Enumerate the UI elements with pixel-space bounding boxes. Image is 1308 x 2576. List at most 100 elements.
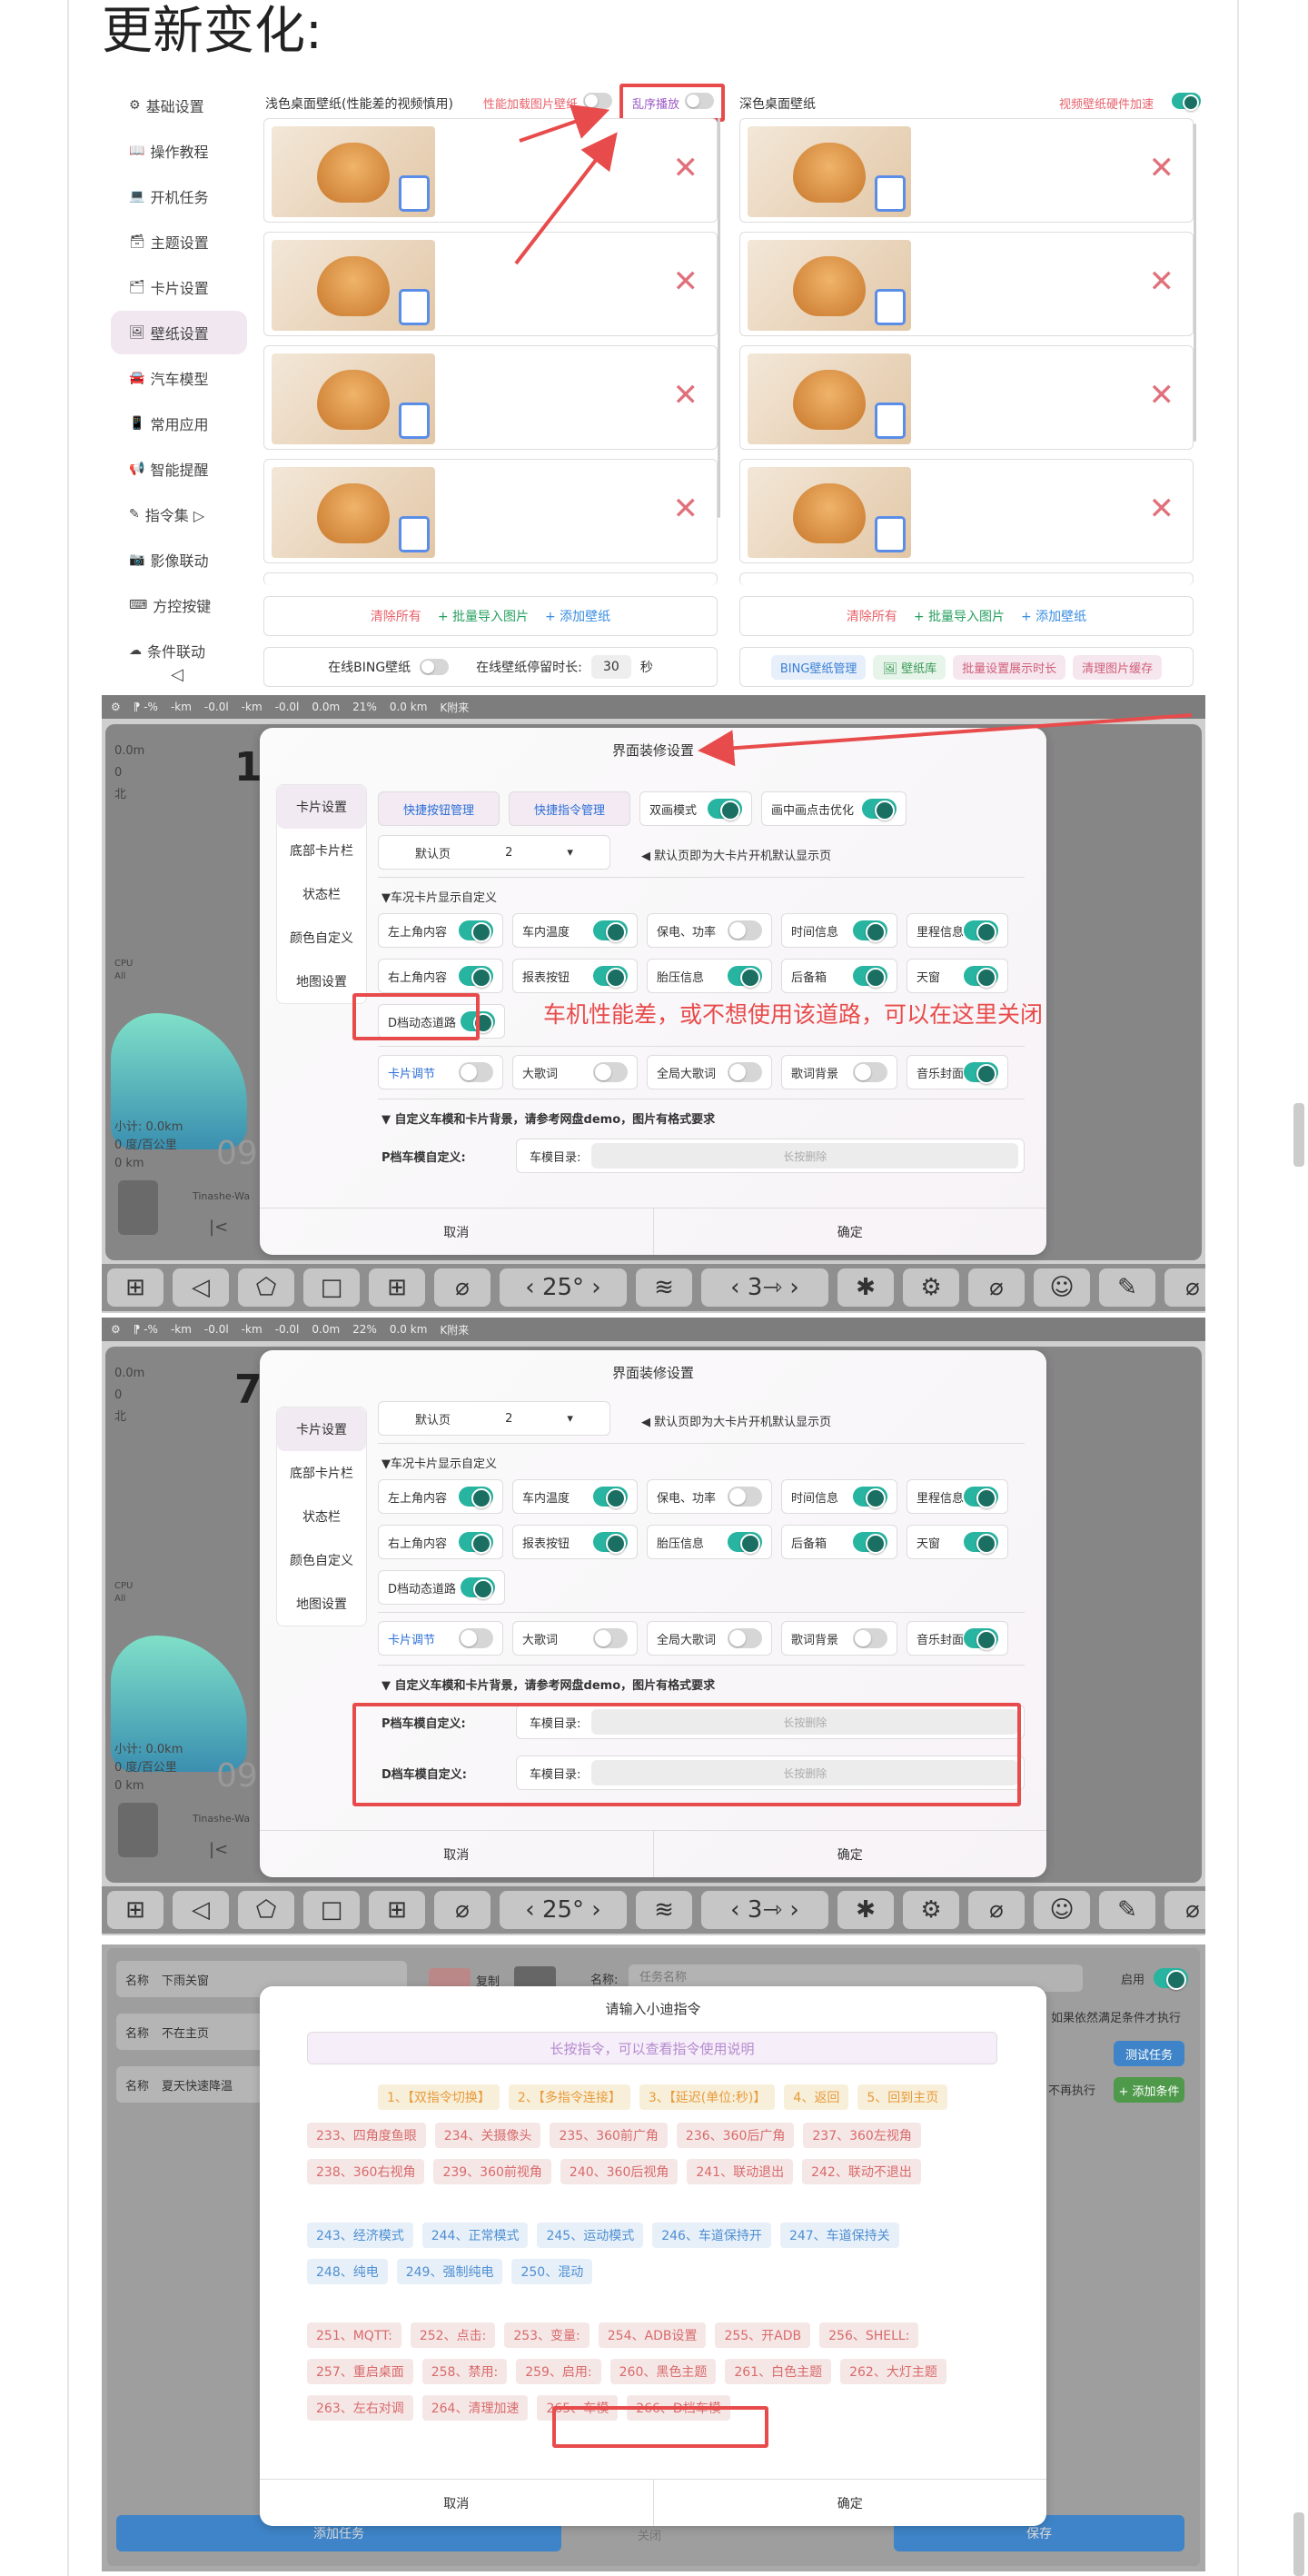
command-chip[interactable]: 233、四角度鱼眼 [307,2123,426,2148]
d-road-toggle[interactable] [461,1577,495,1599]
fan-level-control[interactable]: ‹ 3⇾ › [701,1891,828,1929]
prev-track-icon[interactable]: |< [209,1840,228,1859]
command-chip[interactable]: 251、MQTT: [307,2322,401,2348]
option-toggle[interactable] [728,1532,762,1554]
option-toggle[interactable] [728,1487,762,1507]
option-toggle[interactable] [593,1628,628,1648]
option-toggle[interactable] [964,1532,998,1554]
command-chip[interactable]: 1、【双指令切换】 [378,2084,500,2110]
d-road-option[interactable]: D档动态道路 [378,1570,505,1605]
option-toggle[interactable] [853,1532,887,1554]
command-chip[interactable]: 264、清理加速 [421,2395,529,2421]
music-option-2[interactable]: 歌词背景 [781,1621,897,1656]
back-triangle-icon[interactable]: ◁ [173,1891,229,1929]
option-opts_row2-2[interactable]: 胎压信息 [647,1525,772,1559]
command-chip[interactable]: 245、运动模式 [537,2223,644,2248]
option-opts_row1-4[interactable]: 里程信息 [907,1479,1008,1514]
option-opts_row2-4[interactable]: 天窗 [907,1525,1008,1559]
command-chip[interactable]: 261、白色主题 [725,2359,832,2384]
command-chip[interactable]: 263、左右对调 [307,2395,413,2421]
command-chip[interactable]: 262、大灯主题 [840,2359,946,2384]
fan-icon[interactable]: ✱ [837,1891,894,1929]
command-chip[interactable]: 242、联动不退出 [802,2159,921,2184]
command-chip[interactable]: 250、混动 [511,2259,593,2284]
command-chip[interactable]: 253、变量: [504,2322,590,2348]
command-chip[interactable]: 257、重启桌面 [307,2359,413,2384]
cancel-button[interactable]: 取消 [260,1831,653,1877]
album-cover[interactable] [118,1803,158,1857]
music-option-3[interactable]: 音乐封面 [907,1621,1008,1656]
option-toggle[interactable] [459,1487,493,1508]
music-option-0[interactable]: 大歌词 [512,1621,638,1656]
command-hint-bar[interactable]: 长按指令，可以查看指令使用说明 [307,2032,997,2064]
option-opts_row2-3[interactable]: 后备箱 [781,1525,897,1559]
confirm-button[interactable]: 确定 [652,1831,1047,1877]
seat-left-icon[interactable]: ⌀ [434,1891,490,1929]
defrost-icon[interactable]: ≋ [636,1891,692,1929]
option-opts_row2-1[interactable]: 报表按钮 [512,1525,638,1559]
steering-heat-icon[interactable]: ☺ [1034,1891,1090,1929]
command-chip[interactable]: 237、360左视角 [803,2123,921,2148]
command-chip[interactable]: 260、黑色主题 [609,2359,717,2384]
command-chip[interactable]: 234、关摄像头 [434,2123,541,2148]
music-option-1[interactable]: 全局大歌词 [647,1621,772,1656]
option-toggle[interactable] [459,1532,493,1554]
widgets-icon[interactable]: ⊞ [369,1891,425,1929]
test-task-button[interactable]: 测试任务 [1114,2041,1184,2066]
option-toggle[interactable] [853,1628,887,1648]
tab-map[interactable]: 地图设置 [277,1582,366,1626]
scroll-indicator-bottom[interactable] [1293,2512,1304,2576]
command-chip[interactable]: 246、车道保持开 [652,2223,771,2248]
scroll-indicator[interactable] [1293,1103,1304,1167]
command-chip[interactable]: 248、纯电 [307,2259,388,2284]
command-chip[interactable]: 240、360后视角 [560,2159,679,2184]
command-confirm-button[interactable]: 确定 [652,2480,1047,2526]
card-adjust-toggle[interactable] [459,1628,493,1648]
add-condition-button[interactable]: + 添加条件 [1114,2077,1184,2103]
tab-bottom-bar[interactable]: 底部卡片栏 [277,1451,366,1495]
option-opts_row1-2[interactable]: 保电、功率 [647,1479,772,1514]
option-opts_row2-0[interactable]: 右上角内容 [378,1525,503,1559]
option-opts_row1-1[interactable]: 车内温度 [512,1479,638,1514]
command-chip[interactable]: 255、开ADB [715,2322,811,2348]
option-toggle[interactable] [593,1532,628,1554]
clean-icon[interactable]: ✎ [1099,1891,1155,1929]
option-toggle[interactable] [964,1628,998,1650]
recent-icon[interactable]: □ [303,1891,360,1929]
command-chip[interactable]: 244、正常模式 [421,2223,529,2248]
command-chip[interactable]: 3、【延迟(单位:秒)】 [639,2084,776,2110]
option-toggle[interactable] [964,1487,998,1508]
ac-icon[interactable]: ⚙ [903,1891,959,1929]
option-opts_row1-0[interactable]: 左上角内容 [378,1479,503,1514]
command-chip[interactable]: 254、ADB设置 [598,2322,707,2348]
default-page-select[interactable]: 默认页 2 ▾ [378,1401,610,1436]
temperature-control[interactable]: ‹ 25° › [500,1891,627,1929]
command-chip[interactable]: 252、点击: [410,2322,496,2348]
option-opts_row1-3[interactable]: 时间信息 [781,1479,897,1514]
command-chip[interactable]: 238、360右视角 [307,2159,425,2184]
option-toggle[interactable] [853,1487,887,1508]
close-button[interactable]: 关闭 [638,2526,661,2543]
option-toggle[interactable] [728,1628,762,1648]
command-chip[interactable]: 5、回到主页 [857,2084,948,2110]
command-chip[interactable]: 4、返回 [784,2084,849,2110]
command-chip[interactable]: 241、联动退出 [687,2159,794,2184]
status-gear-icon[interactable]: ⚙ [111,1323,121,1336]
command-chip[interactable]: 243、经济模式 [307,2223,413,2248]
tab-color[interactable]: 颜色自定义 [277,1538,366,1582]
command-chip[interactable]: 247、车道保持关 [779,2223,899,2248]
command-chip[interactable]: 235、360前广角 [550,2123,668,2148]
command-chip[interactable]: 249、强制纯电 [396,2259,503,2284]
thermo-icon[interactable]: ⌀ [1164,1891,1205,1929]
command-cancel-button[interactable]: 取消 [260,2480,653,2526]
command-chip[interactable]: 258、禁用: [421,2359,508,2384]
command-chip[interactable]: 256、SHELL: [819,2322,919,2348]
apps-grid-icon[interactable]: ⊞ [107,1891,164,1929]
command-chip[interactable]: 239、360前视角 [433,2159,551,2184]
seat-right-icon[interactable]: ⌀ [968,1891,1025,1929]
option-toggle[interactable] [593,1487,628,1508]
home-icon[interactable]: ⬠ [238,1891,294,1929]
enable-toggle[interactable] [1154,1968,1188,1990]
tab-card-settings[interactable]: 卡片设置 [277,1407,366,1451]
card-adjust-option[interactable]: 卡片调节 [378,1621,503,1656]
